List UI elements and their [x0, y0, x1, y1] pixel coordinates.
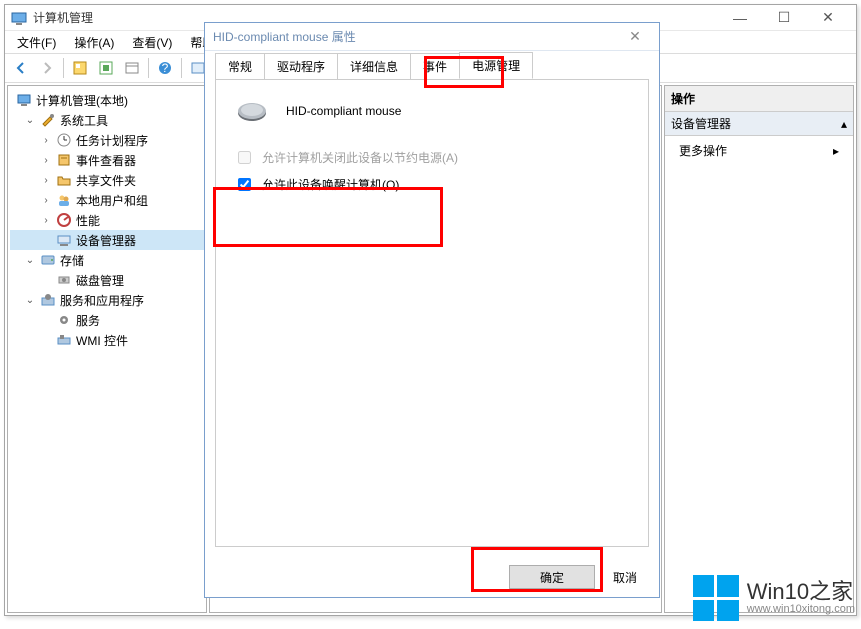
tree-systools[interactable]: ⌄ 系统工具: [10, 110, 204, 130]
more-actions[interactable]: 更多操作 ▸: [665, 136, 853, 165]
tree-users[interactable]: › 本地用户和组: [10, 190, 204, 210]
device-name: HID-compliant mouse: [286, 104, 401, 118]
menu-view[interactable]: 查看(V): [124, 32, 180, 53]
toolbar-separator: [63, 58, 64, 78]
checkbox-input[interactable]: [238, 178, 251, 191]
actions-context[interactable]: 设备管理器 ▴: [665, 112, 853, 136]
tb-btn-1[interactable]: [68, 56, 92, 80]
tree-services[interactable]: 服务: [10, 310, 204, 330]
tree-devmgr[interactable]: 设备管理器: [10, 230, 204, 250]
tab-general[interactable]: 常规: [215, 53, 265, 79]
tb-btn-3[interactable]: [120, 56, 144, 80]
window-controls: — ☐ ✕: [718, 5, 850, 31]
storage-icon: [40, 252, 56, 268]
services-group-icon: [40, 292, 56, 308]
tree-event[interactable]: › 事件查看器: [10, 150, 204, 170]
tb-btn-2[interactable]: [94, 56, 118, 80]
maximize-button[interactable]: ☐: [762, 5, 806, 31]
clock-icon: [56, 132, 72, 148]
actions-header: 操作: [665, 86, 853, 112]
menu-file[interactable]: 文件(F): [9, 32, 64, 53]
wmi-icon: [56, 332, 72, 348]
dialog-buttons: 确定 取消: [205, 557, 659, 597]
event-icon: [56, 152, 72, 168]
dialog-titlebar: HID-compliant mouse 属性 ✕: [205, 23, 659, 51]
tree-svcapp[interactable]: ⌄ 服务和应用程序: [10, 290, 204, 310]
mouse-icon: [234, 98, 270, 124]
tab-details[interactable]: 详细信息: [337, 53, 411, 79]
gear-icon: [56, 312, 72, 328]
menu-action[interactable]: 操作(A): [66, 32, 122, 53]
twisty-open-icon[interactable]: ⌄: [24, 295, 36, 306]
minimize-button[interactable]: —: [718, 5, 762, 31]
app-icon: [11, 10, 27, 26]
checkbox-wake[interactable]: 允许此设备唤醒计算机(O): [232, 171, 632, 198]
tree-disk[interactable]: 磁盘管理: [10, 270, 204, 290]
ok-button[interactable]: 确定: [509, 565, 595, 589]
watermark-title: Win10之家: [747, 581, 855, 603]
twisty-closed-icon[interactable]: ›: [40, 155, 52, 166]
back-button[interactable]: [9, 56, 33, 80]
twisty-closed-icon[interactable]: ›: [40, 175, 52, 186]
tab-power[interactable]: 电源管理: [459, 52, 533, 79]
forward-button[interactable]: [35, 56, 59, 80]
tools-icon: [40, 112, 56, 128]
windows-logo-icon: [693, 575, 739, 621]
cancel-button[interactable]: 取消: [605, 565, 645, 589]
perf-icon: [56, 212, 72, 228]
tree-task[interactable]: › 任务计划程序: [10, 130, 204, 150]
tree-storage[interactable]: ⌄ 存储: [10, 250, 204, 270]
toolbar-separator: [181, 58, 182, 78]
twisty-open-icon[interactable]: ⌄: [24, 115, 36, 126]
tree-panel[interactable]: 计算机管理(本地) ⌄ 系统工具 › 任务计划程序 › 事件查看器: [7, 85, 207, 613]
tab-driver[interactable]: 驱动程序: [264, 53, 338, 79]
checkbox-input: [238, 151, 251, 164]
twisty-open-icon[interactable]: ⌄: [24, 255, 36, 266]
dialog-close-button[interactable]: ✕: [619, 28, 651, 45]
dialog-title: HID-compliant mouse 属性: [213, 28, 619, 45]
tree-performance[interactable]: › 性能: [10, 210, 204, 230]
close-button[interactable]: ✕: [806, 5, 850, 31]
tree-wmi[interactable]: WMI 控件: [10, 330, 204, 350]
right-arrow-icon: ▸: [833, 144, 839, 158]
folder-icon: [56, 172, 72, 188]
properties-dialog: HID-compliant mouse 属性 ✕ 常规 驱动程序 详细信息 事件…: [204, 22, 660, 598]
checkbox-power-off: 允许计算机关闭此设备以节约电源(A): [232, 144, 632, 171]
watermark-url: www.win10xitong.com: [747, 603, 855, 615]
help-button[interactable]: ?: [153, 56, 177, 80]
tab-strip: 常规 驱动程序 详细信息 事件 电源管理: [205, 51, 659, 79]
tab-content: HID-compliant mouse 允许计算机关闭此设备以节约电源(A) 允…: [215, 80, 649, 547]
tree-root[interactable]: 计算机管理(本地): [10, 90, 204, 110]
twisty-closed-icon[interactable]: ›: [40, 135, 52, 146]
computer-icon: [16, 92, 32, 108]
disk-icon: [56, 272, 72, 288]
users-icon: [56, 192, 72, 208]
up-arrow-icon: ▴: [841, 117, 847, 131]
svg-text:?: ?: [162, 61, 169, 75]
watermark: Win10之家 www.win10xitong.com: [693, 575, 855, 621]
twisty-closed-icon[interactable]: ›: [40, 195, 52, 206]
tab-events[interactable]: 事件: [410, 53, 460, 79]
actions-panel: 操作 设备管理器 ▴ 更多操作 ▸: [664, 85, 854, 613]
tree-share[interactable]: › 共享文件夹: [10, 170, 204, 190]
toolbar-separator: [148, 58, 149, 78]
twisty-closed-icon[interactable]: ›: [40, 215, 52, 226]
devmgr-icon: [56, 232, 72, 248]
